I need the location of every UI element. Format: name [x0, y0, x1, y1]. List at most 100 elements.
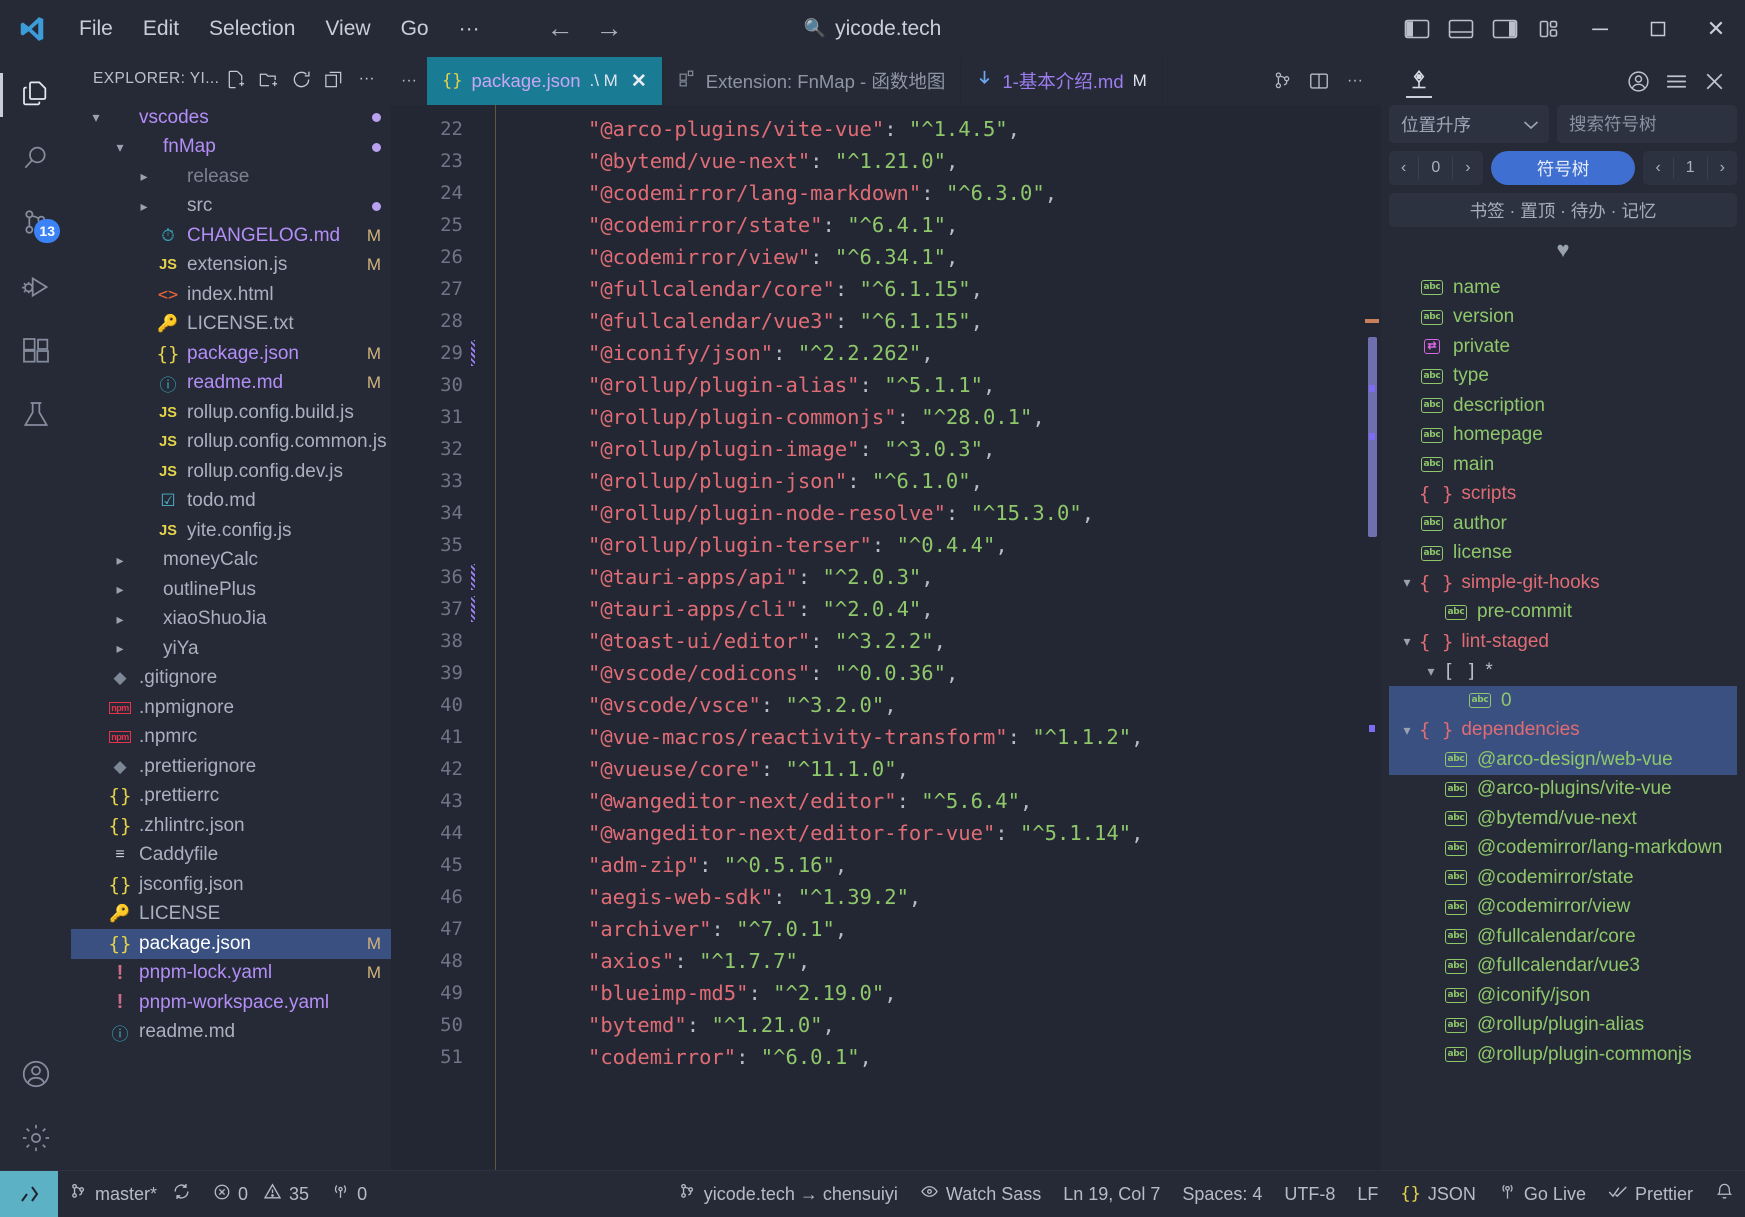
- activity-source-control[interactable]: 13: [0, 191, 71, 255]
- status-indentation[interactable]: Spaces: 4: [1171, 1171, 1273, 1217]
- sort-order-select[interactable]: 位置升序: [1389, 105, 1549, 143]
- activity-accounts[interactable]: [0, 1042, 71, 1106]
- file-tree-row[interactable]: ▸{}jsconfig.json: [71, 870, 391, 900]
- right-pager[interactable]: ‹ 1 ›: [1643, 151, 1737, 185]
- symbol-tree-row[interactable]: ▾abchomepage: [1389, 421, 1737, 451]
- status-branch[interactable]: master*: [58, 1171, 202, 1217]
- toggle-secondary-sidebar-icon[interactable]: [1483, 0, 1527, 57]
- new-folder-icon[interactable]: [252, 62, 285, 96]
- chevron-right-icon[interactable]: ▸: [109, 552, 131, 569]
- more-actions-icon[interactable]: ···: [1337, 57, 1373, 105]
- activity-testing[interactable]: [0, 383, 71, 447]
- account-icon[interactable]: [1619, 57, 1657, 105]
- symbol-tree-row[interactable]: ▾abclicense: [1389, 539, 1737, 569]
- chevron-down-icon[interactable]: ▾: [1395, 574, 1419, 591]
- status-watch-sass[interactable]: Watch Sass: [909, 1171, 1052, 1217]
- symbol-search-input[interactable]: [1569, 113, 1725, 135]
- prev-icon[interactable]: ‹: [1643, 151, 1672, 185]
- activity-extensions[interactable]: [0, 319, 71, 383]
- chevron-right-icon[interactable]: ▸: [133, 198, 155, 215]
- activity-search[interactable]: [0, 127, 71, 191]
- symbol-search-box[interactable]: [1557, 105, 1737, 143]
- next-icon[interactable]: ›: [1453, 151, 1482, 185]
- collapse-all-icon[interactable]: [318, 62, 351, 96]
- symbol-tree-row[interactable]: ▾{ }scripts: [1389, 480, 1737, 510]
- file-tree-row[interactable]: ▸🔑LICENSE: [71, 900, 391, 930]
- file-tree-row[interactable]: ▸JSrollup.config.common.js: [71, 428, 391, 458]
- close-button[interactable]: ✕: [1687, 0, 1745, 57]
- symbol-tree-row[interactable]: ▾abctype: [1389, 362, 1737, 392]
- file-tree-row[interactable]: ▸npm.npmrc: [71, 723, 391, 753]
- file-tree-row[interactable]: ▸ⓘreadme.md: [71, 1018, 391, 1048]
- status-prettier[interactable]: Prettier: [1597, 1171, 1704, 1217]
- symbol-tree-row[interactable]: ▾abc@rollup/plugin-commonjs: [1389, 1040, 1737, 1070]
- file-tree-row[interactable]: ▾ vscodes: [71, 103, 391, 133]
- symbol-tree-row[interactable]: ▾abc0: [1389, 686, 1737, 716]
- menu-go[interactable]: Go: [386, 11, 444, 47]
- chevron-down-icon[interactable]: ▾: [1419, 663, 1443, 680]
- symbol-tree-row[interactable]: ▾abcversion: [1389, 303, 1737, 333]
- symbol-tree-row[interactable]: ▾abcname: [1389, 273, 1737, 303]
- symbol-tree-pill[interactable]: 符号树: [1490, 151, 1636, 185]
- file-tree-row[interactable]: ▸<>index.html: [71, 280, 391, 310]
- chevron-right-icon[interactable]: ▸: [109, 581, 131, 598]
- symbol-tree-row[interactable]: ▾abc@codemirror/lang-markdown: [1389, 834, 1737, 864]
- symbol-tree-row[interactable]: ▾{ } simple-git-hooks: [1389, 568, 1737, 598]
- file-tree-row[interactable]: ▸⏱CHANGELOG.mdM: [71, 221, 391, 251]
- explorer-more-actions-icon[interactable]: ···: [350, 62, 383, 96]
- left-pager[interactable]: ‹ 0 ›: [1389, 151, 1483, 185]
- file-tree-row[interactable]: ▸🔑LICENSE.txt: [71, 310, 391, 340]
- fold-gutter[interactable]: [477, 105, 495, 1170]
- file-tree-row[interactable]: ▸{}.zhlintrc.json: [71, 811, 391, 841]
- symbol-tree-row[interactable]: ▾abc@bytemd/vue-next: [1389, 804, 1737, 834]
- file-tree-row[interactable]: ▸ src: [71, 192, 391, 222]
- menu-view[interactable]: View: [310, 11, 385, 47]
- file-tree-row[interactable]: ▸{}package.jsonM: [71, 929, 391, 959]
- file-tree-row[interactable]: ▸{}package.jsonM: [71, 339, 391, 369]
- symbol-tree-row[interactable]: ▾abc@arco-plugins/vite-vue: [1389, 775, 1737, 805]
- status-go-live[interactable]: Go Live: [1487, 1171, 1597, 1217]
- chevron-right-icon[interactable]: ▸: [109, 611, 131, 628]
- symbol-tree-row[interactable]: ▾abcdescription: [1389, 391, 1737, 421]
- toggle-panel-icon[interactable]: [1439, 0, 1483, 57]
- file-tree-row[interactable]: ▸JSextension.jsM: [71, 251, 391, 281]
- file-tree-row[interactable]: ▸npm.npmignore: [71, 693, 391, 723]
- symbol-tree-row[interactable]: ▾abc@codemirror/view: [1389, 893, 1737, 923]
- chevron-down-icon[interactable]: ▾: [1395, 633, 1419, 650]
- file-tree-row[interactable]: ▸◆.prettierignore: [71, 752, 391, 782]
- fnmap-banner[interactable]: 书签 · 置顶 · 待办 · 记忆: [1389, 193, 1737, 227]
- file-tree-row[interactable]: ▸ outlinePlus: [71, 575, 391, 605]
- command-center[interactable]: 🔍 yicode.tech: [804, 17, 942, 41]
- status-remote-repo[interactable]: yicode.tech → chensuiyi: [667, 1171, 909, 1217]
- close-icon[interactable]: ✕: [631, 70, 647, 93]
- minimap[interactable]: [1357, 105, 1381, 1170]
- file-tree-row[interactable]: ▸!pnpm-lock.yamlM: [71, 959, 391, 989]
- symbol-tree-row[interactable]: ▾{ } lint-staged: [1389, 627, 1737, 657]
- status-encoding[interactable]: UTF-8: [1273, 1171, 1346, 1217]
- file-tree-row[interactable]: ▸ⓘreadme.mdM: [71, 369, 391, 399]
- activity-settings[interactable]: [0, 1106, 71, 1170]
- symbol-tree-row[interactable]: ▾{ } dependencies: [1389, 715, 1737, 745]
- maximize-button[interactable]: [1629, 0, 1687, 57]
- tab-markdown-doc[interactable]: 1-基本介绍.md M: [961, 57, 1163, 105]
- minimize-button[interactable]: ─: [1571, 0, 1629, 57]
- menu-edit[interactable]: Edit: [128, 11, 194, 47]
- chevron-down-icon[interactable]: ▾: [85, 109, 107, 126]
- symbol-tree-row[interactable]: ▾abc@rollup/plugin-alias: [1389, 1011, 1737, 1041]
- symbol-tree-row[interactable]: ▾abcmain: [1389, 450, 1737, 480]
- tabs-overflow-icon[interactable]: ···: [391, 57, 427, 105]
- activity-run-and-debug[interactable]: [0, 255, 71, 319]
- symbol-tree-row[interactable]: ▾abc@arco-design/web-vue: [1389, 745, 1737, 775]
- status-ports[interactable]: 0: [320, 1171, 378, 1217]
- tab-package-json[interactable]: {} package.json .\ M ✕: [427, 57, 663, 105]
- chevron-right-icon[interactable]: ▸: [133, 168, 155, 185]
- file-tree-row[interactable]: ▸ xiaoShuoJia: [71, 605, 391, 635]
- file-tree-row[interactable]: ▸!pnpm-workspace.yaml: [71, 988, 391, 1018]
- symbol-tree[interactable]: ▾abcname▾abcversion▾⇄private▾abctype▾abc…: [1389, 273, 1737, 1170]
- file-tree-row[interactable]: ▸≡Caddyfile: [71, 841, 391, 871]
- source-control-icon[interactable]: [1265, 57, 1301, 105]
- symbol-tree-row[interactable]: ▾abc@iconify/json: [1389, 981, 1737, 1011]
- file-tree-row[interactable]: ▸JSrollup.config.build.js: [71, 398, 391, 428]
- fnmap-panel-tab[interactable]: [1395, 57, 1443, 105]
- chevron-down-icon[interactable]: ▾: [1395, 722, 1419, 739]
